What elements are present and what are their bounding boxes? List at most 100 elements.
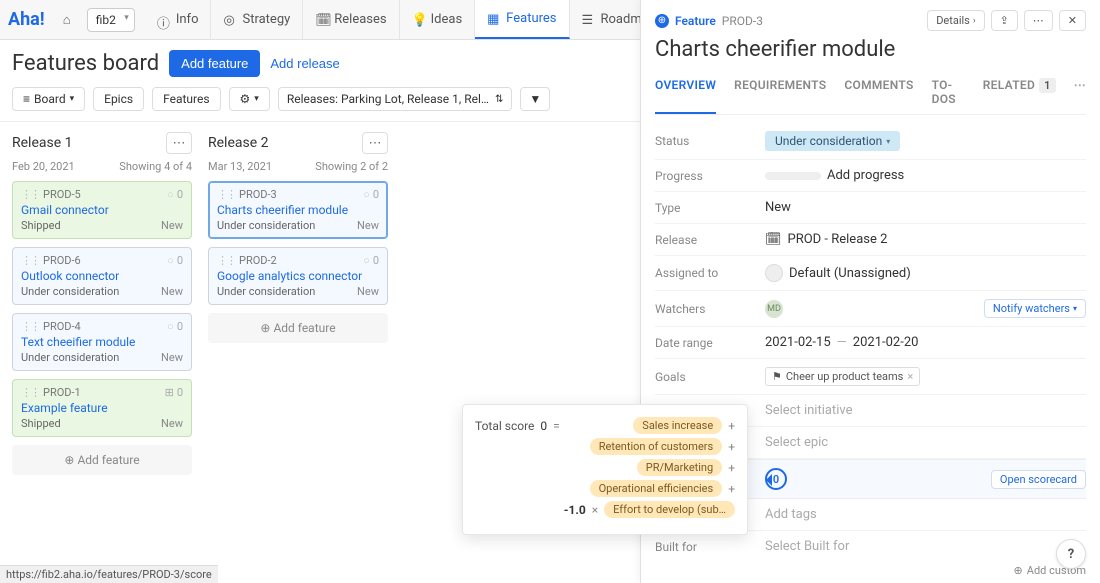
tab-comments[interactable]: COMMENTS — [844, 72, 913, 114]
release-filter[interactable]: Releases: Parking Lot, Release 1, Rel… ⇅ — [278, 87, 513, 111]
card-count: 0 — [373, 188, 379, 201]
assigned-value[interactable]: Default (Unassigned) — [765, 264, 1086, 282]
card-state: New — [161, 417, 183, 430]
notify-watchers-button[interactable]: Notify watchers▾ — [984, 299, 1086, 318]
add-progress-link[interactable]: Add progress — [827, 168, 904, 183]
grip-icon[interactable]: ⋮⋮ — [21, 188, 39, 201]
tab-todos[interactable]: TO-DOS — [932, 72, 965, 114]
calendar-icon: 🗓 — [765, 232, 782, 247]
grid-icon: ▦ — [487, 12, 501, 26]
card-count: 0 — [373, 254, 379, 267]
add-release-button[interactable]: Add release — [270, 56, 339, 71]
grip-icon[interactable]: ⋮⋮ — [217, 254, 235, 267]
circle-icon: ○ — [363, 188, 370, 201]
feature-card[interactable]: ⋮⋮PROD-6○0 Outlook connector Under consi… — [12, 247, 192, 305]
grip-icon[interactable]: ⋮⋮ — [217, 188, 235, 201]
feature-card[interactable]: ⋮⋮PROD-5○0 Gmail connector Shipped New — [12, 181, 192, 239]
status-select[interactable]: Under consideration — [765, 131, 900, 151]
card-title[interactable]: Gmail connector — [21, 203, 183, 217]
card-state: New — [161, 219, 183, 232]
watcher-avatar[interactable]: MD — [765, 300, 783, 318]
feature-card[interactable]: ⋮⋮PROD-1⊞0 Example feature Shipped New — [12, 379, 192, 437]
settings-dropdown[interactable]: ⚙ ▾ — [229, 87, 270, 111]
status-label: Status — [655, 134, 765, 148]
type-label: Type — [655, 201, 765, 215]
tags-input[interactable]: Add tags — [765, 507, 1086, 522]
more-icon[interactable]: ⋯ — [1024, 10, 1053, 31]
column-menu[interactable]: ⋯ — [166, 132, 192, 154]
grip-icon[interactable]: ⋮⋮ — [21, 320, 39, 333]
effort-chip[interactable]: Effort to develop (sub… — [604, 501, 735, 518]
grip-icon[interactable]: ⋮⋮ — [21, 254, 39, 267]
card-title[interactable]: Google analytics connector — [217, 269, 379, 283]
avatar — [765, 264, 783, 282]
workspace-select[interactable]: fib2 — [87, 8, 135, 32]
card-title[interactable]: Outlook connector — [21, 269, 183, 283]
progress-label: Progress — [655, 169, 765, 183]
total-score-label: Total score — [475, 419, 534, 433]
metric-chip[interactable]: PR/Marketing — [637, 459, 722, 476]
type-value[interactable]: New — [765, 200, 1086, 215]
add-feature-row[interactable]: ⊕ Add feature — [12, 445, 192, 475]
feature-title[interactable]: Charts cheerifier module — [655, 37, 1086, 62]
card-title[interactable]: Charts cheerifier module — [217, 203, 379, 217]
column-menu[interactable]: ⋯ — [362, 132, 388, 154]
nav-tab-ideas[interactable]: 💡Ideas — [400, 0, 476, 39]
feature-card[interactable]: ⋮⋮PROD-4○0 Text cheeifier module Under c… — [12, 313, 192, 371]
close-icon[interactable]: ✕ — [1059, 10, 1086, 31]
sort-icon: ⇅ — [495, 94, 503, 105]
remove-icon[interactable]: × — [907, 370, 913, 383]
release-value[interactable]: 🗓PROD - Release 2 — [765, 232, 1086, 247]
metric-chip[interactable]: Sales increase — [633, 417, 722, 434]
open-scorecard-button[interactable]: Open scorecard — [991, 470, 1086, 489]
details-button[interactable]: Details› — [927, 10, 984, 31]
tab-overview[interactable]: OVERVIEW — [655, 72, 716, 114]
epics-toggle[interactable]: Epics — [93, 87, 144, 111]
grip-icon[interactable]: ⋮⋮ — [21, 386, 39, 399]
card-id: PROD-6 — [43, 254, 81, 267]
add-feature-button[interactable]: Add feature — [169, 50, 260, 77]
logo: Aha! — [8, 9, 45, 30]
features-toggle[interactable]: Features — [152, 87, 220, 111]
score-badge[interactable]: 0 — [765, 468, 787, 490]
view-select[interactable]: ≡ Board ▾ — [12, 87, 85, 111]
card-title[interactable]: Text cheeifier module — [21, 335, 183, 349]
column-date: Mar 13, 2021 — [208, 160, 272, 173]
card-title[interactable]: Example feature — [21, 401, 183, 415]
plus-icon: ⊕ — [1014, 564, 1023, 577]
metric-chip[interactable]: Operational efficiencies — [590, 480, 723, 497]
epic-select[interactable]: Select epic — [765, 435, 1086, 450]
export-icon[interactable]: ⇪ — [991, 10, 1018, 31]
help-fab[interactable]: ? — [1056, 539, 1086, 569]
plus-icon: ⊕ — [64, 453, 74, 467]
nav-tab-strategy[interactable]: ◎Strategy — [211, 0, 303, 39]
home-icon[interactable]: ⌂ — [51, 4, 83, 36]
feature-card[interactable]: ⋮⋮PROD-3○0 Charts cheerifier module Unde… — [208, 181, 388, 239]
card-id: PROD-1 — [43, 386, 81, 399]
card-id: PROD-2 — [239, 254, 277, 267]
add-feature-row[interactable]: ⊕ Add feature — [208, 313, 388, 343]
daterange-value[interactable]: 2021-02-15 — 2021-02-20 — [765, 335, 1086, 350]
column-showing: Showing 2 of 2 — [315, 160, 388, 173]
filter-button[interactable]: ▼ — [520, 87, 550, 111]
initiative-select[interactable]: Select initiative — [765, 403, 1086, 418]
metric-chip[interactable]: Retention of customers — [590, 438, 722, 455]
nav-tab-info[interactable]: ⓘInfo — [145, 0, 212, 39]
nav-tab-releases[interactable]: 🗓Releases — [303, 0, 399, 39]
goal-chip[interactable]: ⚑Cheer up product teams× — [765, 367, 920, 386]
card-state: New — [357, 219, 379, 232]
card-status: Under consideration — [21, 351, 183, 364]
nav-tab-features[interactable]: ▦Features — [475, 0, 569, 39]
column-showing: Showing 4 of 4 — [119, 160, 192, 173]
release-label: Release — [655, 233, 765, 247]
builtfor-select[interactable]: Select Built for — [765, 539, 1086, 554]
tab-related[interactable]: RELATED1 — [983, 72, 1056, 114]
feature-card[interactable]: ⋮⋮PROD-2○0 Google analytics connector Un… — [208, 247, 388, 305]
tab-requirements[interactable]: REQUIREMENTS — [734, 72, 826, 114]
card-status: Under consideration — [217, 219, 379, 232]
card-count: 0 — [177, 386, 183, 399]
circle-icon: ○ — [167, 254, 174, 267]
tab-more-icon[interactable]: ⋯ — [1074, 72, 1086, 114]
effort-multiplier: -1.0 — [564, 503, 586, 517]
scorecard-popover: Total score 0 = Sales increase + Retenti… — [462, 404, 748, 535]
